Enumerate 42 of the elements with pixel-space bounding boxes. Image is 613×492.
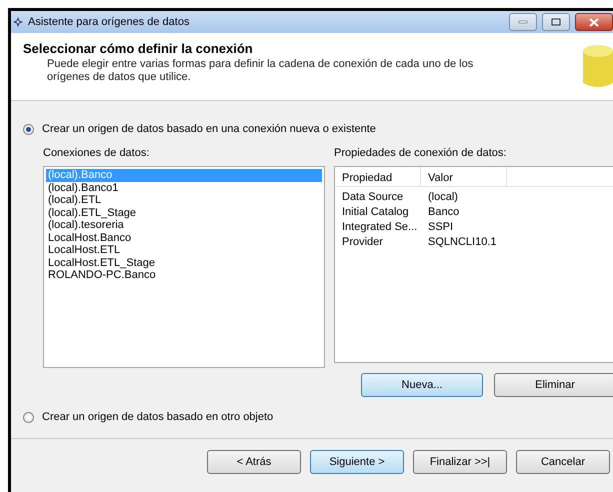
window-title: Asistente para orígenes de datos (28, 16, 190, 28)
list-item[interactable]: (local).tesoreria (46, 219, 322, 232)
list-item[interactable]: LocalHost.Banco (46, 232, 322, 244)
radio-button[interactable] (23, 412, 34, 422)
connections-label: Conexiones de datos: (43, 147, 150, 159)
minimize-icon (518, 20, 528, 24)
list-item[interactable]: (local).ETL (46, 194, 322, 206)
column-header[interactable]: Valor (421, 167, 507, 186)
maximize-icon (551, 18, 561, 26)
cancel-button[interactable]: Cancelar (516, 450, 610, 474)
column-header[interactable]: Propiedad (335, 167, 421, 186)
maximize-button[interactable] (542, 13, 570, 31)
properties-label: Propiedades de conexión de datos: (334, 147, 508, 159)
close-icon (589, 18, 599, 26)
table-cell-text: (local) (427, 190, 459, 205)
option-label: Crear un origen de datos basado en otro objeto (42, 411, 274, 423)
database-icon (581, 43, 613, 89)
list-item[interactable]: (local).Banco1 (46, 182, 322, 194)
page-title: Seleccionar cómo definir la conexión (23, 41, 254, 56)
close-button[interactable] (575, 13, 613, 31)
list-item[interactable]: ROLANDO-PC.Banco (46, 269, 322, 282)
table-cell-text: Provider (341, 235, 384, 250)
back-button[interactable]: < Atrás (207, 450, 301, 474)
wizard-icon (13, 17, 23, 27)
connections-list[interactable]: (local).Banco (local).Banco1 (local).ETL (local).ETL_Stage (local).tesoreria LocalHost.Banco LocalHost.ETL LocalHost.ETL_Stage ROLANDO-PC.Banco (43, 166, 325, 368)
radio-button[interactable] (23, 124, 34, 134)
list-item[interactable]: LocalHost.ETL_Stage (46, 256, 322, 269)
minimize-button[interactable] (509, 13, 537, 31)
finish-button[interactable]: Finalizar >>| (413, 450, 507, 474)
option-label: Crear un origen de datos basado en una conexión nueva o existente (42, 123, 376, 135)
next-button[interactable]: Siguiente > (310, 450, 404, 474)
table-cell-text: Initial Catalog (341, 205, 410, 220)
page-description: Puede elegir entre varias formas para definir la cadena de conexión de cada uno de los orígenes de datos que utilice. (47, 58, 474, 84)
delete-button[interactable]: Eliminar (494, 373, 613, 397)
table-cell-text: Integrated Se... (341, 220, 418, 235)
table-cell-text: SSPI (427, 220, 454, 235)
table-cell-text: SQLNCLI10.1 (427, 235, 498, 250)
table-cell-text: Data Source (341, 190, 404, 205)
list-item[interactable]: LocalHost.ETL (46, 244, 322, 256)
new-button[interactable]: Nueva... (361, 373, 483, 397)
list-item[interactable]: (local).ETL_Stage (46, 206, 322, 219)
table-cell-text: Banco (427, 205, 460, 220)
